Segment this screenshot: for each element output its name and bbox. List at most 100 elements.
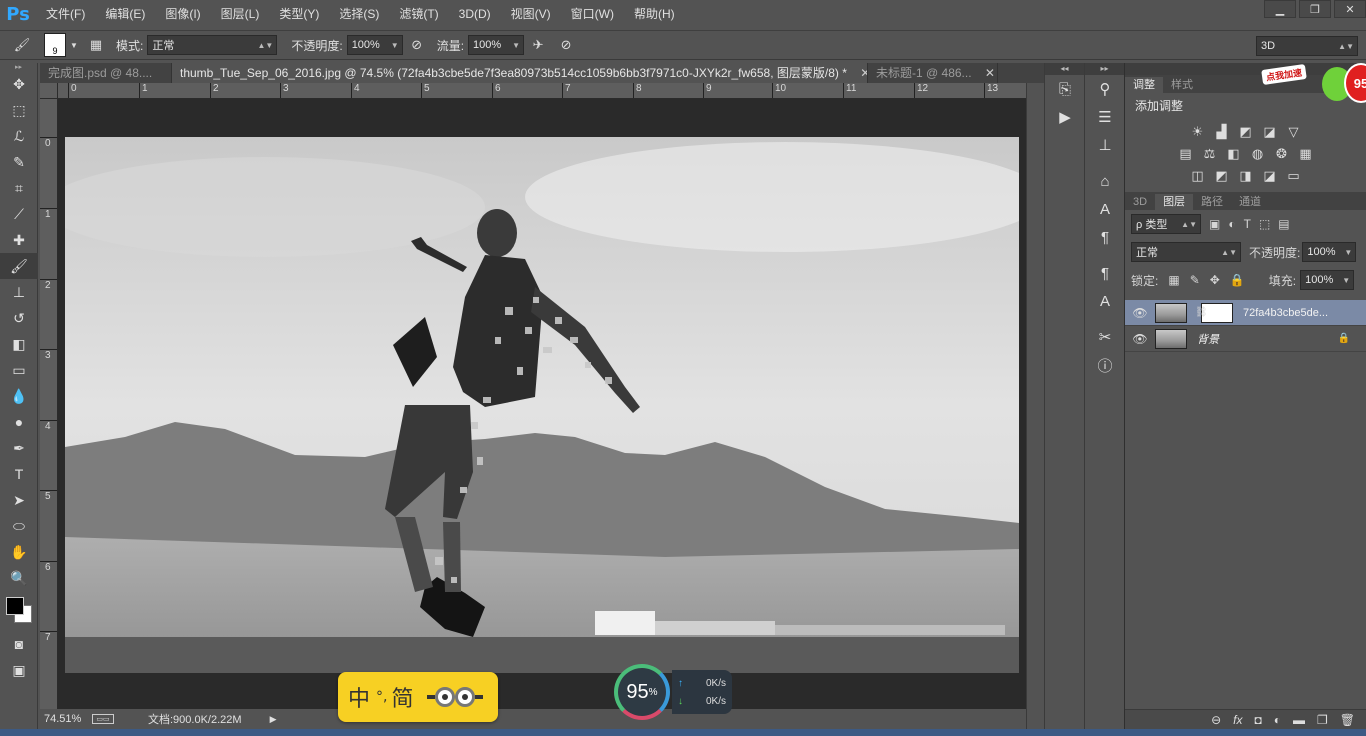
close-icon[interactable]: ✕: [860, 66, 867, 80]
eraser-tool-icon[interactable]: ◧: [0, 331, 38, 357]
ime-lang[interactable]: 中: [348, 681, 370, 713]
collapse-arrows-icon[interactable]: ◂◂: [1045, 63, 1084, 75]
character-panel-icon[interactable]: A: [1085, 195, 1125, 223]
ruler-origin[interactable]: [40, 83, 58, 99]
brightness-icon[interactable]: ☀: [1189, 124, 1207, 140]
minimize-button[interactable]: ▁: [1264, 0, 1296, 18]
filter-shape-icon[interactable]: ⬚: [1259, 217, 1270, 231]
paragraph-panel-icon[interactable]: ¶: [1085, 223, 1125, 251]
tab-channels[interactable]: 通道: [1231, 194, 1269, 210]
invert-icon[interactable]: ◫: [1189, 168, 1207, 184]
mode-select[interactable]: 正常 ▲▼: [147, 35, 278, 55]
gradient-map-icon[interactable]: ▭: [1285, 168, 1303, 184]
link-icon[interactable]: ⛓: [1195, 307, 1208, 318]
layer-name[interactable]: 72fa4b3cbe5de...: [1243, 307, 1328, 319]
document-image[interactable]: [65, 137, 1019, 673]
delete-layer-icon[interactable]: 🗑: [1340, 713, 1355, 727]
character-styles-icon[interactable]: A: [1085, 287, 1125, 315]
clone-source-icon[interactable]: ⊥: [1085, 131, 1125, 159]
speedup-promo-badge[interactable]: 点我加速 95: [1261, 63, 1366, 105]
eye-icon[interactable]: 👁: [1125, 332, 1155, 346]
filter-adjustment-icon[interactable]: ◐: [1228, 217, 1235, 231]
tab-paths[interactable]: 路径: [1193, 194, 1231, 210]
network-speed-widget[interactable]: 95% ↑ 0K/s ↓ 0K/s: [614, 664, 732, 720]
flow-input[interactable]: 100% ▼: [468, 35, 525, 55]
promo-label[interactable]: 点我加速: [1261, 64, 1307, 85]
screen-mode-icon[interactable]: ▣: [0, 657, 38, 683]
airbrush-icon[interactable]: ✈: [527, 34, 549, 56]
dodge-tool-icon[interactable]: ●: [0, 409, 38, 435]
brush-tool-icon[interactable]: 🖌: [0, 253, 38, 279]
lock-pixels-icon[interactable]: ✎: [1190, 273, 1200, 287]
status-toggle-icon[interactable]: ▭▭: [92, 714, 114, 724]
zoom-level[interactable]: 74.51%: [44, 713, 92, 725]
tab-styles[interactable]: 样式: [1163, 77, 1201, 93]
blend-mode-select[interactable]: 正常 ▲▼: [1131, 242, 1241, 262]
brush-panel-icon[interactable]: ☰: [1085, 103, 1125, 131]
exposure-icon[interactable]: ◪: [1261, 124, 1279, 140]
lock-transparent-icon[interactable]: ▦: [1168, 273, 1179, 287]
brush-presets-icon[interactable]: ⚲: [1085, 75, 1125, 103]
lasso-tool-icon[interactable]: ℒ: [0, 123, 38, 149]
tab-doc-3[interactable]: 未标题-1 @ 486... ✕: [868, 63, 998, 83]
tab-adjustments[interactable]: 调整: [1125, 77, 1163, 93]
hand-tool-icon[interactable]: ✋: [0, 539, 38, 565]
new-adjustment-icon[interactable]: ◐: [1274, 713, 1281, 727]
eyedropper-tool-icon[interactable]: ⟋: [0, 201, 38, 227]
collapse-arrows-icon[interactable]: ▸▸: [1085, 63, 1124, 75]
menu-type[interactable]: 类型(Y): [269, 0, 329, 28]
posterize-icon[interactable]: ◩: [1213, 168, 1231, 184]
color-balance-icon[interactable]: ⚖: [1201, 146, 1219, 162]
ime-punct[interactable]: °,: [376, 689, 387, 705]
levels-icon[interactable]: ▟: [1213, 124, 1231, 140]
menu-3d[interactable]: 3D(D): [449, 0, 501, 28]
marquee-tool-icon[interactable]: ⬚: [0, 97, 38, 123]
color-lookup-icon[interactable]: ▦: [1297, 146, 1315, 162]
pen-tool-icon[interactable]: ✒: [0, 435, 38, 461]
lock-all-icon[interactable]: 🔒: [1230, 273, 1245, 287]
fill-input[interactable]: 100% ▼: [1300, 270, 1355, 290]
canvas-area[interactable]: [58, 99, 1026, 709]
blur-tool-icon[interactable]: 💧: [0, 383, 38, 409]
filter-pixel-icon[interactable]: ▣: [1209, 217, 1220, 231]
brush-panel-toggle-icon[interactable]: ▦: [85, 34, 107, 56]
layer-filter-select[interactable]: ρ 类型 ▲▼: [1131, 214, 1201, 234]
brush-dropdown-arrow-icon[interactable]: ▼: [69, 34, 79, 56]
layer-row[interactable]: 👁 背景 🔒: [1125, 326, 1366, 352]
tab-doc-1[interactable]: 完成图.psd @ 48....: [40, 63, 172, 83]
tab-doc-2[interactable]: thumb_Tue_Sep_06_2016.jpg @ 74.5% (72fa4…: [172, 63, 868, 83]
foreground-color-swatch[interactable]: [6, 597, 24, 615]
workspace-select[interactable]: 3D ▲▼: [1256, 36, 1358, 56]
tab-layers[interactable]: 图层: [1155, 194, 1194, 210]
vibrance-icon[interactable]: ▽: [1285, 124, 1303, 140]
selective-color-icon[interactable]: ◪: [1261, 168, 1279, 184]
menu-help[interactable]: 帮助(H): [624, 0, 685, 28]
threshold-icon[interactable]: ◨: [1237, 168, 1255, 184]
opacity-input[interactable]: 100% ▼: [346, 35, 403, 55]
ellipse-tool-icon[interactable]: ⬭: [0, 513, 38, 539]
black-white-icon[interactable]: ◧: [1225, 146, 1243, 162]
close-button[interactable]: ✕: [1334, 0, 1366, 18]
menu-view[interactable]: 视图(V): [501, 0, 561, 28]
zoom-tool-icon[interactable]: 🔍: [0, 565, 38, 591]
fx-icon[interactable]: fx: [1233, 713, 1242, 727]
vertical-scrollbar[interactable]: [1026, 83, 1044, 729]
filter-smart-icon[interactable]: ▤: [1278, 217, 1289, 231]
clone-stamp-tool-icon[interactable]: ⊥: [0, 279, 38, 305]
tab-3d[interactable]: 3D: [1125, 194, 1155, 210]
history-panel-icon[interactable]: ⎘: [1045, 75, 1085, 103]
brush-size-picker[interactable]: 9: [44, 33, 66, 57]
quick-mask-icon[interactable]: ◙: [0, 631, 38, 657]
layer-row[interactable]: 👁 ⛓ 72fa4b3cbe5de...: [1125, 300, 1366, 326]
menu-layer[interactable]: 图层(L): [211, 0, 270, 28]
menu-image[interactable]: 图像(I): [155, 0, 210, 28]
vertical-ruler[interactable]: 0 1 2 3 4 5 6 7: [40, 99, 58, 709]
paragraph-styles-icon[interactable]: ¶: [1085, 259, 1125, 287]
healing-brush-tool-icon[interactable]: ✚: [0, 227, 38, 253]
lock-position-icon[interactable]: ✥: [1210, 273, 1220, 287]
new-layer-icon[interactable]: ❐: [1317, 713, 1328, 727]
info-panel-icon[interactable]: ⓘ: [1085, 351, 1125, 379]
new-group-icon[interactable]: ▬: [1293, 713, 1305, 727]
filter-type-icon[interactable]: T: [1244, 217, 1251, 231]
ime-toolbar[interactable]: 中 °, 简: [338, 672, 498, 722]
